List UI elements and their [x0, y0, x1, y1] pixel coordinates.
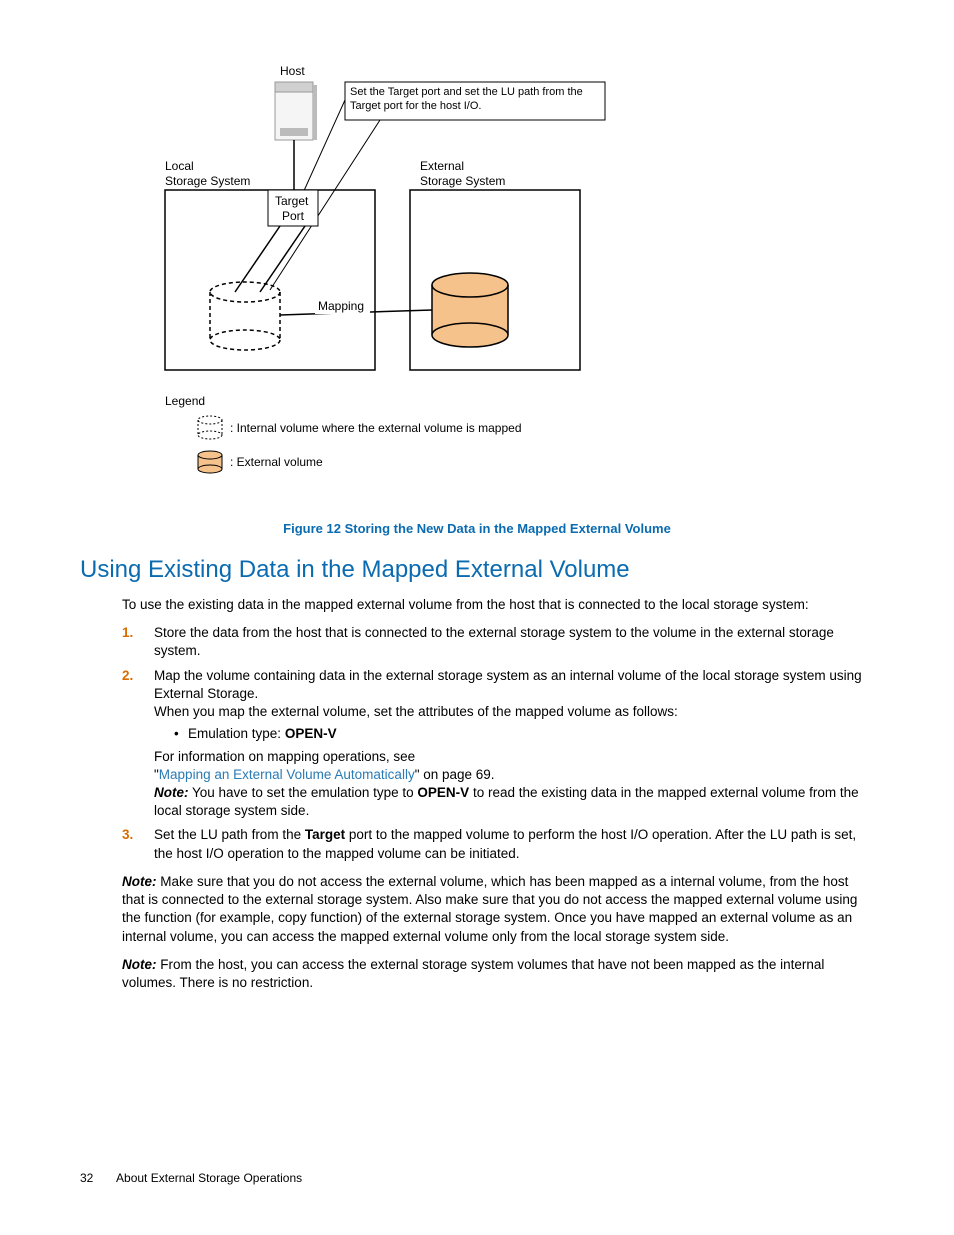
page-footer: 32 About External Storage Operations	[80, 1171, 302, 1185]
step-2a: Map the volume containing data in the ex…	[154, 668, 862, 701]
step-2c: For information on mapping operations, s…	[154, 749, 415, 764]
legend-external-icon	[198, 451, 222, 473]
section-heading: Using Existing Data in the Mapped Extern…	[80, 556, 874, 584]
note-1-label: Note:	[122, 874, 157, 889]
mapping-link[interactable]: Mapping an External Volume Automatically	[159, 767, 415, 782]
target-bold: Target	[305, 827, 345, 842]
callout-text: Set the Target port and set the LU path …	[350, 85, 600, 114]
legend-internal-text: : Internal volume where the external vol…	[230, 421, 522, 435]
local-label1: Local	[165, 159, 194, 173]
figure-caption: Figure 12 Storing the New Data in the Ma…	[80, 521, 874, 536]
external-volume-icon	[432, 273, 508, 347]
step-3: Set the LU path from the Target port to …	[122, 826, 874, 862]
storage-diagram-svg: Host Set the Target port and set the LU …	[120, 60, 640, 500]
internal-volume-icon	[210, 282, 280, 350]
legend-internal-icon	[198, 416, 222, 439]
note-2-label: Note:	[122, 957, 157, 972]
target-label1: Target	[275, 194, 309, 208]
legend-title: Legend	[165, 394, 205, 408]
step-2-sublist: Emulation type: OPEN-V	[174, 725, 874, 743]
steps-list: Store the data from the host that is con…	[122, 624, 874, 863]
legend-external-text: : External volume	[230, 455, 323, 469]
step-2-note-label: Note:	[154, 785, 189, 800]
openv-bold: OPEN-V	[285, 726, 337, 741]
external-label1: External	[420, 159, 464, 173]
note-2: Note: From the host, you can access the …	[122, 956, 874, 992]
external-label2: Storage System	[420, 174, 505, 188]
footer-title: About External Storage Operations	[116, 1171, 302, 1185]
note-1: Note: Make sure that you do not access t…	[122, 873, 874, 946]
step-1: Store the data from the host that is con…	[122, 624, 874, 660]
target-label2: Port	[282, 209, 305, 223]
step-2: Map the volume containing data in the ex…	[122, 667, 874, 821]
page-number: 32	[80, 1171, 93, 1185]
host-label: Host	[280, 64, 305, 78]
host-server-icon	[275, 82, 317, 140]
figure-diagram: Host Set the Target port and set the LU …	[120, 60, 874, 505]
step-2-bullet: Emulation type: OPEN-V	[174, 725, 874, 743]
mapping-label: Mapping	[318, 299, 364, 313]
openv-bold2: OPEN-V	[417, 785, 469, 800]
local-label2: Storage System	[165, 174, 250, 188]
step-2b: When you map the external volume, set th…	[154, 704, 678, 719]
intro-paragraph: To use the existing data in the mapped e…	[122, 596, 874, 614]
step-1-text: Store the data from the host that is con…	[154, 625, 834, 658]
